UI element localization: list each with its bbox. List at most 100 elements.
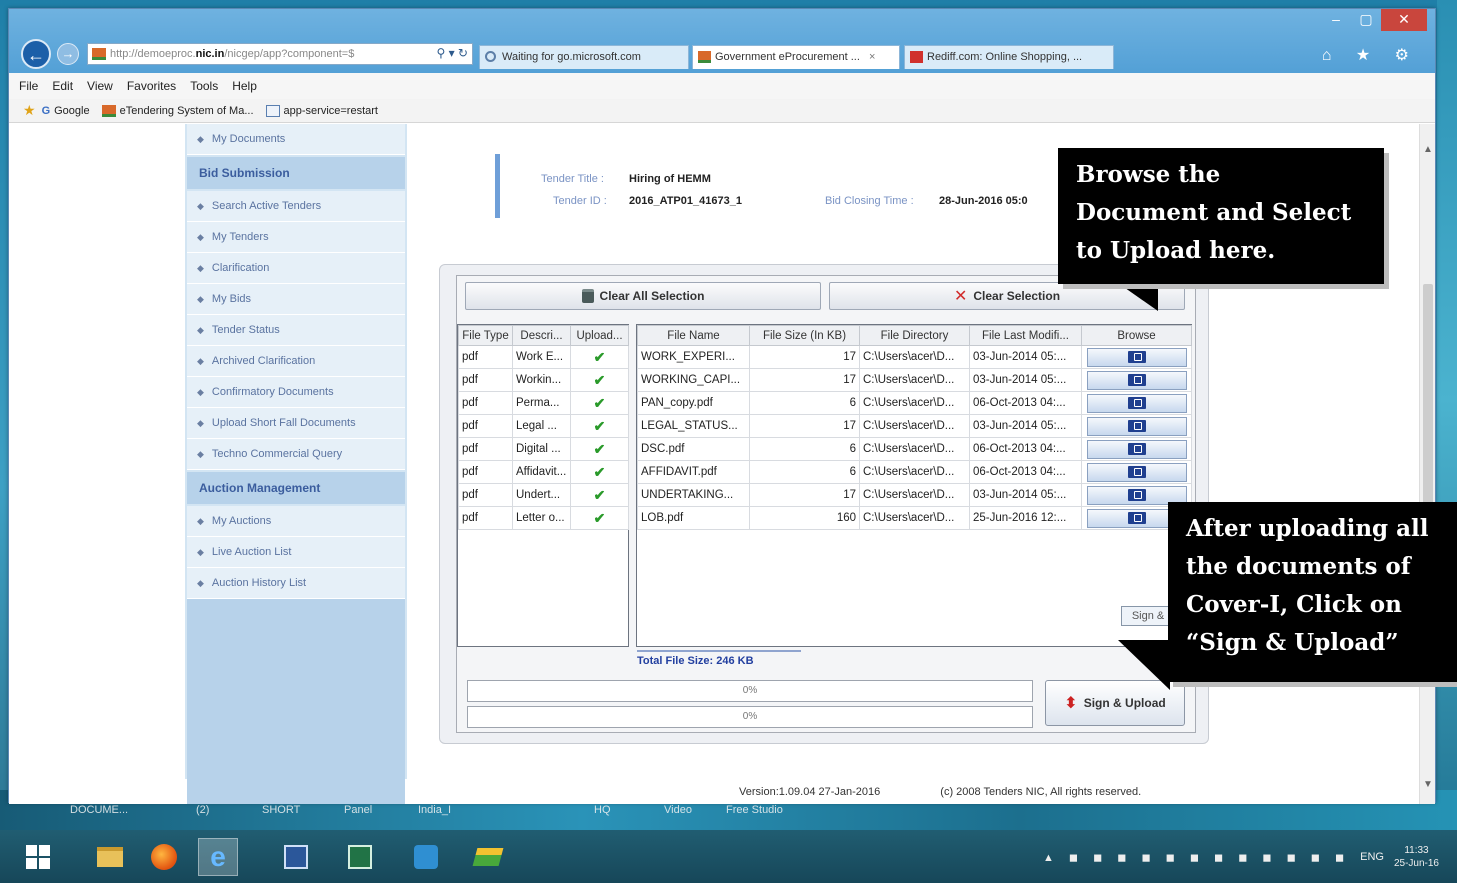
table-row[interactable]: LOB.pdf 160 C:\Users\acer\D... 25-Jun-2016 …	[637, 506, 1192, 530]
sidebar-item-my-bids[interactable]: ◆ My Bids	[187, 284, 405, 315]
language-indicator[interactable]: ENG	[1360, 851, 1384, 863]
desktop-label[interactable]: Panel	[344, 804, 372, 816]
scroll-down-icon[interactable]: ▼	[1423, 779, 1433, 790]
tray-icons[interactable]: ▲ ◼ ◼ ◼ ◼ ◼ ◼ ◼ ◼ ◼ ◼ ◼ ◼	[1043, 851, 1350, 864]
desktop-label[interactable]: DOCUME...	[70, 804, 128, 816]
home-favorites-settings-icons[interactable]: ⌂ ★ ⚙	[1322, 45, 1419, 65]
sidebar-item-techno-commercial-query[interactable]: ◆ Techno Commercial Query	[187, 439, 405, 470]
sidebar-item-upload-short-fall[interactable]: ◆ Upload Short Fall Documents	[187, 408, 405, 439]
table-row[interactable]: DSC.pdf 6 C:\Users\acer\D... 06-Oct-2013 04…	[637, 437, 1192, 461]
tab-waiting[interactable]: Waiting for go.microsoft.com	[479, 45, 689, 69]
clear-all-selection-button[interactable]: Clear All Selection	[465, 282, 821, 310]
sidebar-item-my-auctions[interactable]: ◆ My Auctions	[187, 506, 405, 537]
column-header[interactable]: Browse	[1081, 325, 1192, 346]
tab-rediff[interactable]: Rediff.com: Online Shopping, ...	[904, 45, 1114, 69]
sidebar-item-label: Auction History List	[211, 577, 307, 589]
favorite-google[interactable]: G Google	[42, 105, 90, 117]
sidebar-item-tender-status[interactable]: ◆ Tender Status	[187, 315, 405, 346]
tab-close-icon[interactable]: ×	[869, 51, 875, 63]
table-row[interactable]: LEGAL_STATUS... 17 C:\Users\acer\D... 03-Ju…	[637, 414, 1192, 438]
favorites-star-icon[interactable]: ★	[23, 102, 36, 119]
desktop-label[interactable]: SHORT	[262, 804, 300, 816]
menu-edit[interactable]: Edit	[52, 79, 73, 93]
minimize-icon[interactable]: –	[1321, 9, 1351, 31]
table-row[interactable]: pdf Work E... ✔	[458, 345, 629, 369]
sidebar-item-archived-clarification[interactable]: ◆ Archived Clarification	[187, 346, 405, 377]
maximize-icon[interactable]: ▢	[1351, 9, 1381, 31]
column-header[interactable]: File Size (In KB)	[749, 325, 860, 346]
column-header[interactable]: File Last Modifi...	[969, 325, 1082, 346]
forward-button[interactable]: →	[57, 43, 79, 65]
table-row[interactable]: pdf Perma... ✔	[458, 391, 629, 415]
table-row[interactable]: pdf Affidavit... ✔	[458, 460, 629, 484]
table-row[interactable]: pdf Digital ... ✔	[458, 437, 629, 461]
desktop-label[interactable]: (2)	[196, 804, 209, 816]
callout-line: the documents of	[1186, 553, 1411, 580]
description-cell: Perma...	[512, 391, 571, 415]
system-tray: ▲ ◼ ◼ ◼ ◼ ◼ ◼ ◼ ◼ ◼ ◼ ◼ ◼ ENG 11:33 25-J…	[1043, 844, 1439, 870]
table-header-row: File Type Descri... Upload...	[458, 325, 629, 346]
sidebar-item-my-tenders[interactable]: ◆ My Tenders	[187, 222, 405, 253]
table-row[interactable]: UNDERTAKING... 17 C:\Users\acer\D... 03-Jun…	[637, 483, 1192, 507]
table-row[interactable]: AFFIDAVIT.pdf 6 C:\Users\acer\D... 06-Oct-2…	[637, 460, 1192, 484]
column-header[interactable]: Descri...	[512, 325, 571, 346]
table-row[interactable]: WORKING_CAPI... 17 C:\Users\acer\D... 03-Ju…	[637, 368, 1192, 392]
headphones-icon[interactable]	[406, 838, 446, 876]
sidebar-item-search-active-tenders[interactable]: ◆ Search Active Tenders	[187, 191, 405, 222]
scroll-up-icon[interactable]: ▲	[1423, 144, 1433, 155]
internet-explorer-icon[interactable]: e	[198, 838, 238, 876]
back-button[interactable]: ←	[21, 39, 51, 69]
tab-label: Waiting for go.microsoft.com	[502, 51, 641, 63]
browse-button[interactable]	[1086, 462, 1187, 482]
file-explorer-icon[interactable]	[90, 838, 130, 876]
table-row[interactable]: pdf Workin... ✔	[458, 368, 629, 392]
menu-help[interactable]: Help	[232, 79, 257, 93]
browse-button[interactable]	[1086, 416, 1187, 436]
sidebar-item-clarification[interactable]: ◆ Clarification	[187, 253, 405, 284]
menu-view[interactable]: View	[87, 79, 113, 93]
table-row[interactable]: pdf Letter o... ✔	[458, 506, 629, 530]
page-scrollbar[interactable]: ▲ ▼	[1419, 124, 1435, 804]
menu-tools[interactable]: Tools	[190, 79, 218, 93]
bullet-icon: ◆	[197, 231, 204, 242]
menu-favorites[interactable]: Favorites	[127, 79, 176, 93]
table-row[interactable]: pdf Legal ... ✔	[458, 414, 629, 438]
browse-button[interactable]	[1086, 439, 1187, 459]
browse-button[interactable]	[1086, 370, 1187, 390]
clock[interactable]: 11:33 25-Jun-16	[1394, 844, 1439, 870]
table-row[interactable]: pdf Undert... ✔	[458, 483, 629, 507]
browse-button[interactable]	[1086, 347, 1187, 367]
sidebar-item-auction-history-list[interactable]: ◆ Auction History List	[187, 568, 405, 599]
sidebar-item-my-documents[interactable]: ◆ My Documents	[187, 124, 405, 155]
callout-line: Document and Select	[1076, 199, 1352, 226]
desktop-label[interactable]: HQ	[594, 804, 611, 816]
browse-button[interactable]	[1086, 393, 1187, 413]
site-favicon-icon	[101, 104, 116, 117]
excel-icon[interactable]	[340, 838, 380, 876]
column-header[interactable]: File Name	[637, 325, 750, 346]
table-row[interactable]: PAN_copy.pdf 6 C:\Users\acer\D... 06-Oct-20…	[637, 391, 1192, 415]
firefox-icon[interactable]	[144, 838, 184, 876]
desktop-label[interactable]: Free Studio	[726, 804, 783, 816]
sidebar-item-live-auction-list[interactable]: ◆ Live Auction List	[187, 537, 405, 568]
column-header[interactable]: Upload...	[570, 325, 629, 346]
favorite-etendering[interactable]: eTendering System of Ma...	[101, 104, 254, 117]
desktop-label[interactable]: India_I	[418, 804, 451, 816]
desktop-label[interactable]: Video	[664, 804, 692, 816]
tab-eprocurement[interactable]: Government eProcurement ... ×	[692, 45, 900, 69]
start-button[interactable]	[18, 838, 58, 876]
sidebar-item-confirmatory-documents[interactable]: ◆ Confirmatory Documents	[187, 377, 405, 408]
table-row[interactable]: WORK_EXPERI... 17 C:\Users\acer\D... 03-Jun…	[637, 345, 1192, 369]
address-bar[interactable]: http://demoeproc. nic.in/nicgep/app?compo…	[87, 43, 473, 65]
folder-icon	[1127, 374, 1146, 386]
word-icon[interactable]	[276, 838, 316, 876]
column-header[interactable]: File Type	[458, 325, 513, 346]
close-icon[interactable]: ✕	[1381, 9, 1427, 31]
favorite-app-service[interactable]: app-service=restart	[265, 104, 378, 117]
windows-logo-icon	[26, 845, 50, 869]
menu-file[interactable]: File	[19, 79, 38, 93]
layers-app-icon[interactable]	[468, 838, 508, 876]
callout-sign-instructions: After uploading all the documents of Cov…	[1168, 502, 1457, 682]
address-actions-icon[interactable]: ⚲ ▾ ↻	[436, 46, 468, 60]
column-header[interactable]: File Directory	[859, 325, 970, 346]
